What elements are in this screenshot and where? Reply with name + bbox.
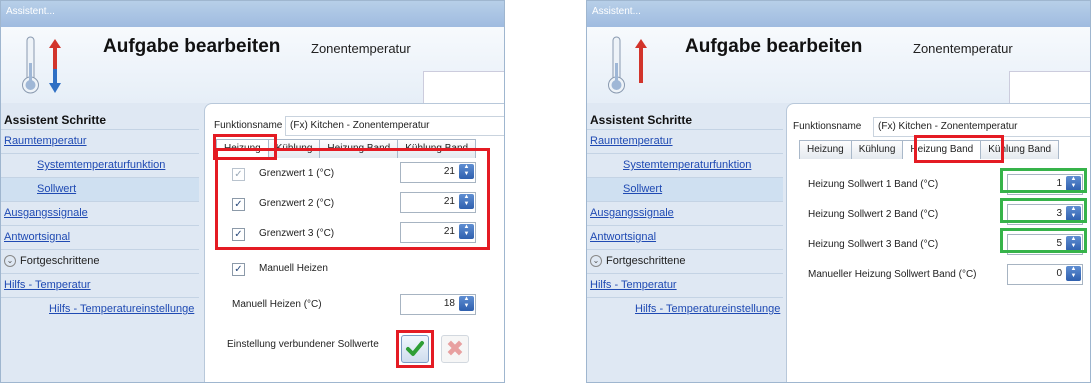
manual-band-label: Manueller Heizung Sollwert Band (°C) xyxy=(808,269,977,280)
spinner-arrows-icon[interactable]: ▲ ▼ xyxy=(459,296,474,311)
step-fortgeschrittene-label: Fortgeschrittene xyxy=(20,255,100,267)
spinner-arrows-icon[interactable]: ▲ ▼ xyxy=(1066,266,1081,281)
tab-kuehlung[interactable]: Kühlung xyxy=(850,140,904,159)
step-sollwert[interactable]: Sollwert xyxy=(587,177,783,201)
header-side-box xyxy=(423,71,504,105)
band-setpoint-3-label: Heizung Sollwert 3 Band (°C) xyxy=(808,239,939,250)
header-subtitle: Zonentemperatur xyxy=(913,41,1013,56)
step-ausgangssignale[interactable]: Ausgangssignale xyxy=(1,201,199,225)
manual-heat-value: 18 xyxy=(443,298,455,309)
linked-setpoints-label: Einstellung verbundener Sollwerte xyxy=(227,339,379,350)
manual-band-spinner[interactable]: 0 ▲ ▼ xyxy=(1007,264,1083,285)
window-header: Aufgabe bearbeiten Zonentemperatur xyxy=(1,27,504,105)
band-setpoint-2-label: Heizung Sollwert 2 Band (°C) xyxy=(808,209,939,220)
step-antwortsignal[interactable]: Antwortsignal xyxy=(1,225,199,249)
step-fortgeschrittene-label: Fortgeschrittene xyxy=(606,255,686,267)
highlight-band-setpoint-1 xyxy=(1000,168,1087,193)
cancel-button[interactable]: ✖ xyxy=(441,335,469,363)
assistant-window-left: Assistent... Aufgabe bearbeiten Zonentem… xyxy=(0,0,505,383)
content-panel: Funktionsname (Fx) Kitchen - Zonentemper… xyxy=(786,103,1090,382)
step-antwortsignal[interactable]: Antwortsignal xyxy=(587,225,783,249)
close-icon: ✖ xyxy=(445,336,465,361)
band-setpoint-1-label: Heizung Sollwert 1 Band (°C) xyxy=(808,179,939,190)
manual-band-value: 0 xyxy=(1056,268,1062,279)
highlight-band-setpoint-3 xyxy=(1000,228,1087,253)
steps-title: Assistent Schritte xyxy=(590,113,693,127)
header-side-box xyxy=(1009,71,1090,105)
step-hilfs-temperatureinstellungen[interactable]: Hilfs - Temperatureinstellunge xyxy=(587,297,783,321)
step-hilfs-temperatur[interactable]: Hilfs - Temperatur xyxy=(1,273,199,297)
steps-list: Raumtemperatur Systemtemperaturfunktion … xyxy=(1,129,199,321)
step-raumtemperatur[interactable]: Raumtemperatur xyxy=(1,129,199,153)
header-subtitle: Zonentemperatur xyxy=(311,41,411,56)
step-raumtemperatur[interactable]: Raumtemperatur xyxy=(587,129,783,153)
function-name-label: Funktionsname xyxy=(214,120,283,131)
manual-heat-label: Manuell Heizen xyxy=(259,263,328,274)
step-hilfs-temperatureinstellungen[interactable]: Hilfs - Temperatureinstellunge xyxy=(1,297,199,321)
step-ausgangssignale[interactable]: Ausgangssignale xyxy=(587,201,783,225)
thermometer-icon xyxy=(608,36,647,94)
step-fortgeschrittene[interactable]: ⌄ Fortgeschrittene xyxy=(587,249,783,273)
thermometer-icon xyxy=(22,36,61,94)
manual-heat-checkbox[interactable]: ✓ xyxy=(232,263,245,276)
highlight-tab-heizung-band xyxy=(914,135,1004,163)
steps-list: Raumtemperatur Systemtemperaturfunktion … xyxy=(587,129,783,321)
highlight-limits xyxy=(215,148,490,250)
function-name-field[interactable]: (Fx) Kitchen - Zonentemperatur xyxy=(285,116,504,136)
highlight-band-setpoint-2 xyxy=(1000,198,1087,223)
manual-heat-value-label: Manuell Heizen (°C) xyxy=(232,299,322,310)
window-header: Aufgabe bearbeiten Zonentemperatur xyxy=(587,27,1090,105)
function-name-field[interactable]: (Fx) Kitchen - Zonentemperatur xyxy=(873,117,1090,137)
highlight-confirm-button xyxy=(396,330,434,368)
step-hilfs-temperatur[interactable]: Hilfs - Temperatur xyxy=(587,273,783,297)
content-panel: Funktionsname (Fx) Kitchen - Zonentemper… xyxy=(204,103,504,382)
step-systemtemperaturfunktion[interactable]: Systemtemperaturfunktion xyxy=(587,153,783,177)
manual-heat-spinner[interactable]: 18 ▲ ▼ xyxy=(400,294,476,315)
chevron-down-icon[interactable]: ⌄ xyxy=(4,255,16,268)
assistant-window-right: Assistent... Aufgabe bearbeiten Zonentem… xyxy=(586,0,1091,383)
header-title: Aufgabe bearbeiten xyxy=(103,36,281,57)
step-sollwert[interactable]: Sollwert xyxy=(1,177,199,201)
window-title: Assistent... xyxy=(1,1,504,27)
step-systemtemperaturfunktion[interactable]: Systemtemperaturfunktion xyxy=(1,153,199,177)
window-title: Assistent... xyxy=(587,1,1090,27)
tab-heizung[interactable]: Heizung xyxy=(799,140,852,159)
chevron-down-icon[interactable]: ⌄ xyxy=(590,255,602,268)
header-title: Aufgabe bearbeiten xyxy=(685,36,863,57)
step-fortgeschrittene[interactable]: ⌄ Fortgeschrittene xyxy=(1,249,199,273)
steps-title: Assistent Schritte xyxy=(4,113,107,127)
function-name-label: Funktionsname xyxy=(793,121,862,132)
